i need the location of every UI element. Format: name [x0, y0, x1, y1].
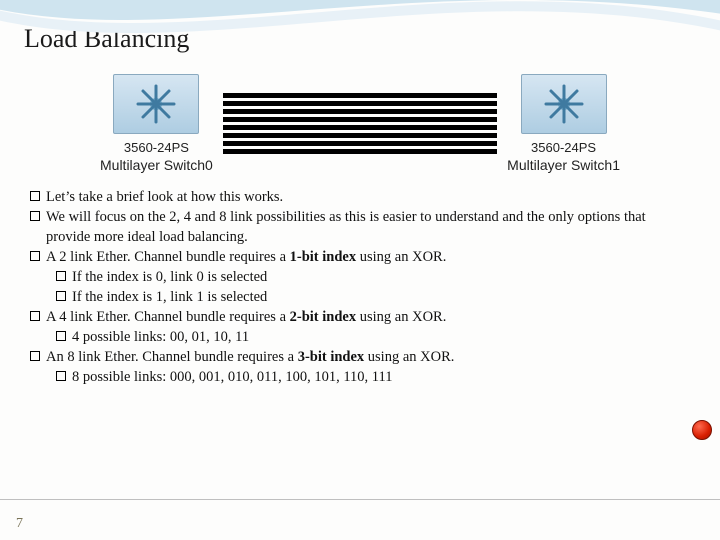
- bullet-box-icon: [30, 311, 40, 321]
- link-line: [223, 133, 497, 138]
- footer-rule: [0, 499, 720, 500]
- page-number: 7: [16, 516, 23, 532]
- bullet-box-icon: [56, 371, 66, 381]
- bullet-list: Let’s take a brief look at how this work…: [28, 187, 692, 387]
- bullet-box-icon: [56, 291, 66, 301]
- list-item: A 4 link Ether. Channel bundle requires …: [28, 307, 692, 327]
- bullet-text: If the index is 1, link 1 is selected: [72, 287, 267, 307]
- link-line: [223, 93, 497, 98]
- list-item: We will focus on the 2, 4 and 8 link pos…: [28, 207, 692, 247]
- bullet-box-icon: [30, 211, 40, 221]
- list-item: A 2 link Ether. Channel bundle requires …: [28, 247, 692, 267]
- bullet-text: If the index is 0, link 0 is selected: [72, 267, 267, 287]
- bullet-box-icon: [30, 251, 40, 261]
- switch-icon: [521, 74, 607, 134]
- link-line: [223, 125, 497, 130]
- switch-right-label: Multilayer Switch1: [507, 157, 620, 173]
- link-line: [223, 149, 497, 154]
- slide-title: Load Balancing: [24, 24, 692, 54]
- bullet-box-icon: [56, 331, 66, 341]
- bullet-text: 4 possible links: 00, 01, 10, 11: [72, 327, 249, 347]
- laser-pointer-icon: [692, 420, 712, 440]
- switch-left: 3560-24PS Multilayer Switch0: [100, 74, 213, 173]
- bullet-text: Let’s take a brief look at how this work…: [46, 187, 283, 207]
- bullet-box-icon: [30, 351, 40, 361]
- switch-left-part: 3560-24PS: [124, 140, 189, 155]
- slide: Load Balancing 3: [0, 0, 720, 540]
- list-item: 8 possible links: 000, 001, 010, 011, 10…: [28, 367, 692, 387]
- list-item: If the index is 0, link 0 is selected: [28, 267, 692, 287]
- list-item: An 8 link Ether. Channel bundle requires…: [28, 347, 692, 367]
- bullet-text: A 4 link Ether. Channel bundle requires …: [46, 307, 446, 327]
- switch-left-label: Multilayer Switch0: [100, 157, 213, 173]
- list-item: If the index is 1, link 1 is selected: [28, 287, 692, 307]
- bullet-box-icon: [30, 191, 40, 201]
- bullet-box-icon: [56, 271, 66, 281]
- bullet-text: 8 possible links: 000, 001, 010, 011, 10…: [72, 367, 392, 387]
- bullet-text: A 2 link Ether. Channel bundle requires …: [46, 247, 446, 267]
- switch-right-part: 3560-24PS: [531, 140, 596, 155]
- etherchannel-diagram: 3560-24PS Multilayer Switch0: [100, 74, 620, 173]
- list-item: 4 possible links: 00, 01, 10, 11: [28, 327, 692, 347]
- link-line: [223, 117, 497, 122]
- link-line: [223, 141, 497, 146]
- link-bundle: [223, 93, 497, 154]
- switch-right: 3560-24PS Multilayer Switch1: [507, 74, 620, 173]
- bullet-text: An 8 link Ether. Channel bundle requires…: [46, 347, 454, 367]
- bullet-text: We will focus on the 2, 4 and 8 link pos…: [46, 207, 692, 247]
- list-item: Let’s take a brief look at how this work…: [28, 187, 692, 207]
- link-line: [223, 109, 497, 114]
- link-line: [223, 101, 497, 106]
- switch-icon: [113, 74, 199, 134]
